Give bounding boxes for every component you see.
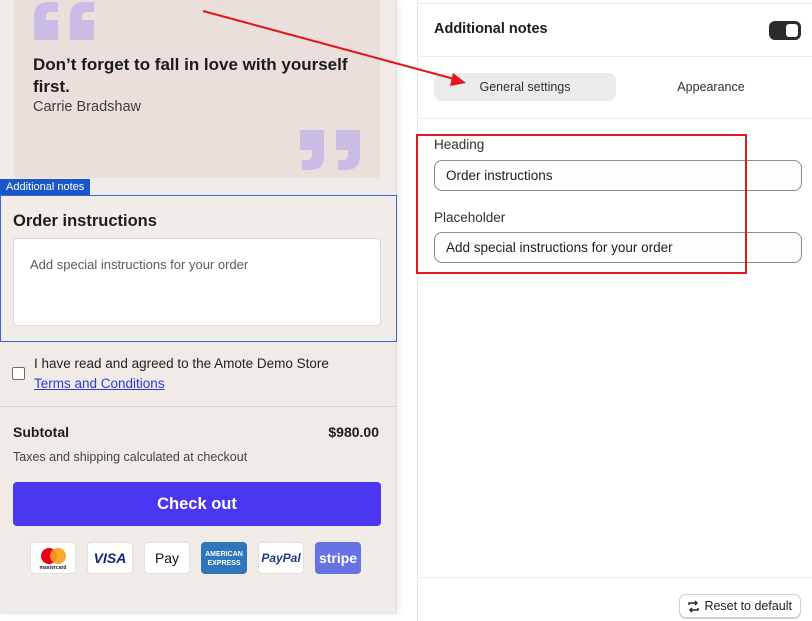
open-quote-icon bbox=[34, 2, 94, 40]
additional-notes-toggle[interactable] bbox=[769, 21, 801, 40]
amex-icon: AMERICAN EXPRESS bbox=[201, 542, 247, 574]
toggle-knob bbox=[786, 24, 798, 37]
tab-general-settings[interactable]: General settings bbox=[434, 73, 616, 101]
mastercard-label: mastercard bbox=[40, 565, 67, 571]
mastercard-icon: mastercard bbox=[30, 542, 76, 574]
settings-title: Additional notes bbox=[434, 21, 548, 37]
quote-author: Carrie Bradshaw bbox=[33, 99, 141, 115]
tab-appearance[interactable]: Appearance bbox=[618, 73, 804, 101]
reset-label: Reset to default bbox=[704, 599, 792, 613]
paypal-icon: PayPal bbox=[258, 542, 304, 574]
checkout-button[interactable]: Check out bbox=[13, 482, 381, 526]
apple-pay-label: Pay bbox=[154, 550, 180, 566]
close-quote-icon bbox=[300, 130, 360, 170]
terms-label: I have read and agreed to the Amote Demo… bbox=[34, 356, 329, 371]
terms-checkbox[interactable] bbox=[12, 367, 25, 380]
quote-text: Don’t forget to fall in love with yourse… bbox=[33, 55, 348, 96]
subtotal-value: $980.00 bbox=[328, 424, 379, 440]
reset-to-default-button[interactable]: Reset to default bbox=[679, 594, 801, 618]
terms-agreement: I have read and agreed to the Amote Demo… bbox=[0, 342, 397, 406]
additional-notes-block[interactable]: Order instructions Add special instructi… bbox=[0, 195, 397, 342]
subtotal-label: Subtotal bbox=[13, 424, 69, 440]
tax-note: Taxes and shipping calculated at checkou… bbox=[13, 450, 248, 464]
reset-icon bbox=[688, 600, 700, 613]
order-instructions-heading: Order instructions bbox=[13, 212, 157, 230]
visa-icon: VISA bbox=[87, 542, 133, 574]
order-notes-textarea[interactable]: Add special instructions for your order bbox=[13, 238, 381, 326]
cart-preview-panel: Don’t forget to fall in love with yourse… bbox=[0, 0, 397, 614]
apple-pay-icon: Pay bbox=[144, 542, 190, 574]
stripe-icon: stripe bbox=[315, 542, 361, 574]
testimonial-card: Don’t forget to fall in love with yourse… bbox=[14, 0, 380, 178]
settings-panel: Additional notes General settings Appear… bbox=[417, 0, 812, 621]
divider bbox=[0, 406, 397, 407]
terms-text: I have read and agreed to the Amote Demo… bbox=[34, 354, 329, 394]
additional-notes-tag: Additional notes bbox=[0, 179, 91, 195]
terms-link[interactable]: Terms and Conditions bbox=[34, 374, 329, 394]
highlight-box bbox=[416, 134, 747, 274]
